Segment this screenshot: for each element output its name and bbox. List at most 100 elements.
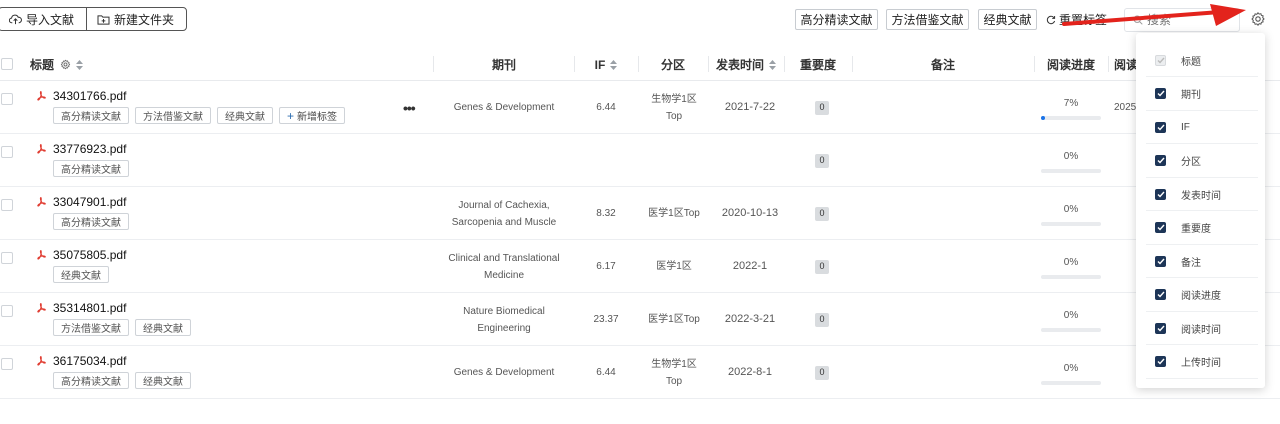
tag-chip[interactable]: 高分精读文献 bbox=[53, 213, 129, 230]
if-value: 6.17 bbox=[596, 261, 616, 272]
column-toggle-item[interactable]: 阅读进度 bbox=[1146, 279, 1258, 312]
importance-badge[interactable]: 0 bbox=[815, 312, 829, 327]
pdf-file-icon bbox=[37, 302, 46, 313]
file-title[interactable]: 34301766.pdf bbox=[36, 89, 126, 103]
tag-chip[interactable]: 经典文献 bbox=[53, 266, 109, 283]
table-row[interactable]: 33047901.pdf 高分精读文献 Journal of Cachexia, Sa… bbox=[0, 187, 1280, 240]
tag-chip[interactable]: 高分精读文献 bbox=[53, 160, 129, 177]
sort-icon[interactable] bbox=[769, 59, 776, 70]
zone-cell: 生物学1区 Top bbox=[638, 346, 710, 399]
importance-badge[interactable]: 0 bbox=[815, 259, 829, 274]
sort-icon[interactable] bbox=[76, 59, 84, 70]
file-title[interactable]: 33047901.pdf bbox=[36, 195, 126, 209]
filter-tag-button-high-score[interactable]: 高分精读文献 bbox=[795, 9, 878, 30]
tag-chip[interactable]: 经典文献 bbox=[135, 372, 191, 389]
column-toggle-checkbox[interactable] bbox=[1155, 255, 1166, 267]
file-name: 34301766.pdf bbox=[53, 89, 127, 103]
file-name: 33047901.pdf bbox=[53, 195, 127, 209]
table-row[interactable]: 36175034.pdf 高分精读文献 经典文献 Genes & Developmen… bbox=[0, 346, 1280, 399]
column-header-if[interactable]: IF bbox=[574, 48, 638, 81]
column-toggle-item[interactable]: 阅读时间 bbox=[1146, 312, 1258, 345]
file-title[interactable]: 36175034.pdf bbox=[36, 354, 126, 368]
column-toggle-item[interactable]: 重要度 bbox=[1146, 212, 1258, 245]
file-title[interactable]: 35075805.pdf bbox=[36, 248, 126, 262]
gear-icon[interactable] bbox=[60, 59, 71, 70]
column-header-zone[interactable]: 分区 bbox=[638, 48, 708, 81]
importance-badge[interactable]: 0 bbox=[815, 365, 829, 380]
column-toggle-label: 阅读时间 bbox=[1181, 324, 1221, 336]
tag-list: 高分精读文献 bbox=[53, 160, 129, 177]
column-toggle-item[interactable]: 备注 bbox=[1146, 245, 1258, 278]
zone-cell: 医学1区Top bbox=[638, 293, 710, 346]
file-title[interactable]: 33776923.pdf bbox=[36, 142, 126, 156]
journal-cell: Clinical and Translational Medicine bbox=[434, 240, 574, 293]
column-toggle-checkbox[interactable] bbox=[1155, 222, 1166, 233]
tag-chip[interactable]: 经典文献 bbox=[217, 107, 273, 124]
row-checkbox[interactable] bbox=[1, 199, 13, 211]
pdf-file-icon bbox=[37, 90, 46, 101]
column-header-journal[interactable]: 期刊 bbox=[434, 48, 574, 81]
import-label: 导入文献 bbox=[26, 12, 75, 27]
gear-icon[interactable] bbox=[1250, 11, 1266, 27]
progress-text: 0% bbox=[1063, 151, 1079, 162]
table-row[interactable]: 34301766.pdf 高分精读文献 方法借鉴文献 经典文献 + 新增标签 ••• Gene… bbox=[0, 81, 1280, 134]
column-toggle-checkbox[interactable] bbox=[1155, 88, 1166, 99]
column-toggle-checkbox[interactable] bbox=[1155, 356, 1166, 367]
column-toggle-checkbox[interactable] bbox=[1155, 289, 1166, 300]
progress-text: 0% bbox=[1063, 204, 1079, 215]
column-toggle-checkbox[interactable] bbox=[1155, 155, 1166, 166]
row-checkbox[interactable] bbox=[1, 146, 13, 158]
import-button[interactable]: 导入文献 bbox=[0, 8, 86, 30]
date-value: 2020-10-13 bbox=[721, 207, 779, 219]
filter-tag-button-method[interactable]: 方法借鉴文献 bbox=[886, 9, 969, 30]
column-toggle-item[interactable]: 发表时间 bbox=[1146, 178, 1258, 211]
column-toggle-item[interactable]: 上传时间 bbox=[1146, 346, 1258, 379]
filter-tag-button-classic[interactable]: 经典文献 bbox=[978, 9, 1037, 30]
tag-chip[interactable]: 高分精读文献 bbox=[53, 107, 129, 124]
row-checkbox[interactable] bbox=[1, 358, 13, 370]
sort-icon[interactable] bbox=[610, 59, 618, 70]
file-title[interactable]: 35314801.pdf bbox=[36, 301, 126, 315]
column-header-title[interactable]: 标题 bbox=[30, 48, 84, 81]
column-header-importance[interactable]: 重要度 bbox=[784, 48, 852, 81]
tag-chip[interactable]: 经典文献 bbox=[135, 319, 191, 336]
importance-cell[interactable]: 0 bbox=[784, 187, 860, 240]
tag-chip[interactable]: 方法借鉴文献 bbox=[53, 319, 129, 336]
column-toggle-checkbox[interactable] bbox=[1155, 188, 1166, 200]
column-toggle-checkbox[interactable] bbox=[1155, 121, 1166, 133]
journal-line-2: Engineering bbox=[477, 322, 531, 334]
importance-cell[interactable]: 0 bbox=[784, 346, 860, 399]
column-toggle-checkbox[interactable] bbox=[1155, 322, 1166, 334]
tag-chip[interactable]: 方法借鉴文献 bbox=[135, 107, 211, 124]
select-all-checkbox[interactable] bbox=[1, 58, 13, 70]
row-checkbox[interactable] bbox=[1, 93, 13, 105]
new-folder-button[interactable]: 新建文件夹 bbox=[86, 8, 186, 30]
importance-cell[interactable]: 0 bbox=[784, 81, 860, 134]
column-toggle-item[interactable]: 分区 bbox=[1146, 145, 1258, 178]
row-checkbox[interactable] bbox=[1, 252, 13, 264]
pdf-file-icon bbox=[37, 143, 46, 154]
more-icon[interactable]: ••• bbox=[403, 100, 416, 116]
progress-text: 0% bbox=[1063, 310, 1079, 321]
table-row[interactable]: 35314801.pdf 方法借鉴文献 经典文献 Nature Biomedical E… bbox=[0, 293, 1280, 346]
table-row[interactable]: 33776923.pdf 高分精读文献 0 0% bbox=[0, 134, 1280, 187]
importance-badge[interactable]: 0 bbox=[815, 153, 829, 168]
column-header-read-time[interactable]: 阅读时间 bbox=[1108, 48, 1136, 81]
column-toggle-item[interactable]: IF bbox=[1146, 111, 1258, 144]
add-tag-button[interactable]: + 新增标签 bbox=[279, 107, 346, 124]
row-checkbox[interactable] bbox=[1, 305, 13, 317]
tag-chip[interactable]: 高分精读文献 bbox=[53, 372, 129, 389]
column-header-date[interactable]: 发表时间 bbox=[708, 48, 784, 81]
importance-cell[interactable]: 0 bbox=[784, 240, 860, 293]
column-toggle-item[interactable]: 期刊 bbox=[1146, 78, 1258, 111]
importance-cell[interactable]: 0 bbox=[784, 134, 860, 187]
table-row[interactable]: 35075805.pdf 经典文献 Clinical and Translation… bbox=[0, 240, 1280, 293]
zone-line-1: 生物学1区 bbox=[651, 358, 697, 370]
importance-badge[interactable]: 0 bbox=[815, 100, 829, 115]
column-header-note[interactable]: 备注 bbox=[852, 48, 1034, 81]
if-value: 6.44 bbox=[596, 102, 616, 113]
column-header-progress[interactable]: 阅读进度 bbox=[1034, 48, 1108, 81]
importance-cell[interactable]: 0 bbox=[784, 293, 860, 346]
importance-badge[interactable]: 0 bbox=[815, 206, 829, 221]
refresh-icon bbox=[1046, 15, 1056, 24]
